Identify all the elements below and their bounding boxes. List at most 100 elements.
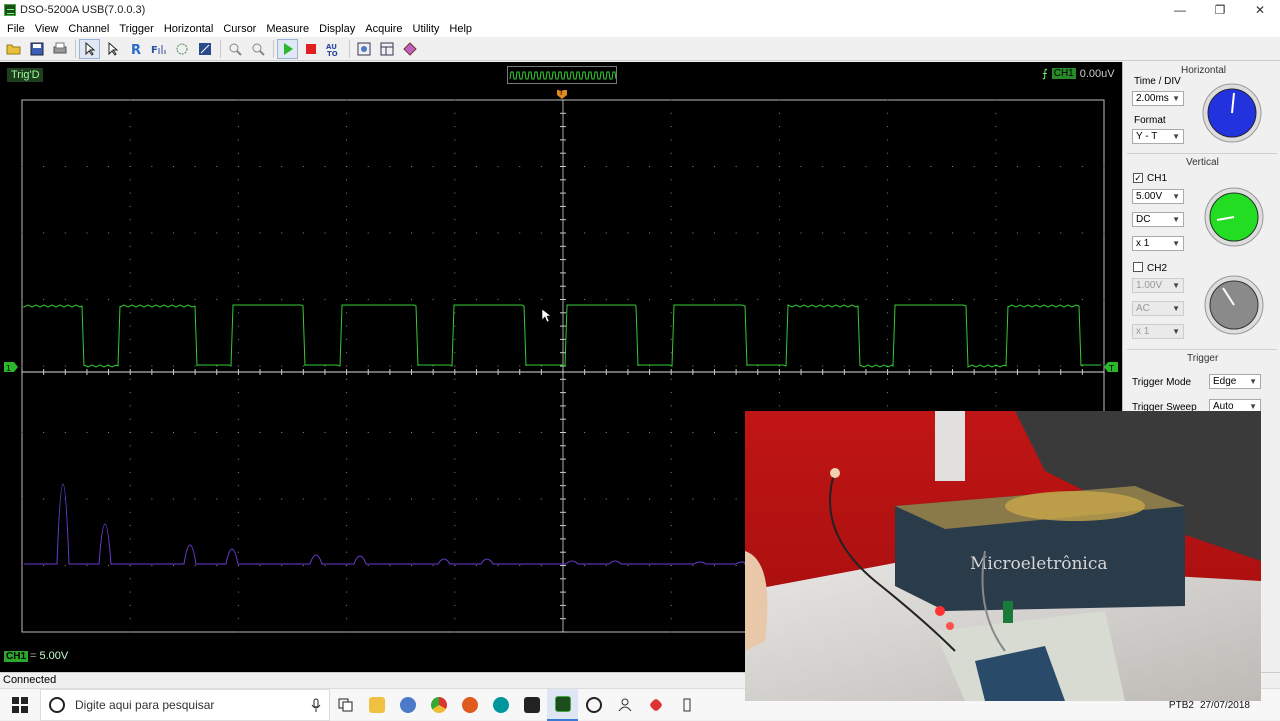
layout-icon[interactable] (376, 39, 397, 59)
chevron-down-icon: ▼ (1172, 192, 1180, 201)
start-button[interactable] (0, 689, 40, 721)
select-icon[interactable] (79, 38, 100, 59)
app-icon (4, 4, 16, 16)
menu-trigger[interactable]: Trigger (114, 23, 158, 35)
record-icon[interactable] (399, 39, 420, 59)
waveform-overview[interactable] (507, 66, 617, 84)
trigger-level-readout: ⨍ CH1 0.00uV (1042, 67, 1115, 81)
chrome-icon[interactable] (423, 689, 454, 721)
ch2-volts-value: 1.00V (1136, 280, 1163, 291)
ch1-checkbox[interactable]: ✓ (1133, 173, 1143, 183)
dc-coupling-icon: = (30, 650, 37, 662)
trigger-position-marker[interactable]: T (557, 90, 567, 99)
run-icon[interactable] (277, 38, 298, 59)
menu-file[interactable]: File (2, 23, 30, 35)
taskbar-search[interactable]: Digite aqui para pesquisar (40, 688, 330, 721)
arduino-icon[interactable] (485, 689, 516, 721)
time-div-select[interactable]: 2.00ms ▼ (1132, 91, 1184, 106)
ch1-coupling-select[interactable]: DC ▼ (1132, 212, 1184, 227)
file-explorer-icon[interactable] (361, 689, 392, 721)
menu-bar: File View Channel Trigger Horizontal Cur… (0, 20, 1280, 37)
trigger-level-marker[interactable]: T (1104, 362, 1118, 373)
ch1-coupling-value: DC (1136, 214, 1151, 225)
horizontal-knob[interactable] (1199, 82, 1265, 144)
menu-utility[interactable]: Utility (408, 23, 445, 35)
ch2-coupling-value: AC (1136, 303, 1150, 314)
people-icon[interactable] (609, 689, 640, 721)
close-button[interactable]: ✕ (1240, 0, 1280, 20)
paint-icon[interactable] (392, 689, 423, 721)
trigger-mode-value: Edge (1213, 376, 1237, 387)
ch1-ground-marker[interactable]: 1 (4, 362, 18, 373)
ch2-checkbox[interactable] (1133, 262, 1143, 272)
menu-help[interactable]: Help (444, 23, 477, 35)
ch1-marker-label: 1 (6, 364, 11, 373)
stop-icon[interactable] (300, 39, 321, 59)
ch1-probe-select[interactable]: x 1 ▼ (1132, 236, 1184, 251)
svg-text:TO: TO (327, 50, 338, 56)
ch2-volts-select[interactable]: 1.00V ▼ (1132, 278, 1184, 293)
section-divider (1127, 349, 1277, 350)
measure-icon[interactable] (194, 39, 215, 59)
ch1-scale-status: CH1 = 5.00V (4, 650, 68, 662)
ch2-probe-value: x 1 (1136, 326, 1150, 337)
app-orange-icon[interactable] (454, 689, 485, 721)
fft-icon[interactable]: F (148, 39, 169, 59)
connection-status: Connected (3, 674, 57, 686)
camera-video-overlay: Microeletrônica (745, 411, 1261, 701)
cortana-icon (49, 696, 65, 713)
toolbar-separator (220, 39, 221, 58)
menu-acquire[interactable]: Acquire (360, 23, 407, 35)
usb-icon[interactable] (671, 689, 702, 721)
menu-display[interactable]: Display (314, 23, 360, 35)
task-view-icon[interactable] (330, 689, 361, 721)
ch1-volts-value: 5.00V (1136, 191, 1163, 202)
sticky-app-icon[interactable] (516, 689, 547, 721)
ch2-volts-knob[interactable] (1201, 274, 1267, 336)
svg-text:F: F (151, 45, 158, 56)
menu-view[interactable]: View (30, 23, 64, 35)
format-select[interactable]: Y - T ▼ (1132, 129, 1184, 144)
ch1-probe-value: x 1 (1136, 238, 1150, 249)
save-icon[interactable] (26, 39, 47, 59)
menu-cursor[interactable]: Cursor (218, 23, 261, 35)
tray-date[interactable]: 27/07/2018 (1200, 700, 1250, 711)
ch1-volts-select[interactable]: 5.00V ▼ (1132, 189, 1184, 204)
lab-photo: Microeletrônica (745, 411, 1261, 701)
ch1-volts-knob[interactable] (1201, 186, 1267, 248)
menu-horizontal[interactable]: Horizontal (159, 23, 219, 35)
tray-language[interactable]: PTB2 (1169, 700, 1194, 711)
chevron-down-icon: ▼ (1172, 304, 1180, 313)
menu-measure[interactable]: Measure (261, 23, 314, 35)
clock-app-icon[interactable] (578, 689, 609, 721)
tool-app-icon[interactable] (640, 689, 671, 721)
print-icon[interactable] (49, 39, 70, 59)
pointer-icon[interactable] (102, 39, 123, 59)
trigger-mode-select[interactable]: Edge ▼ (1209, 374, 1261, 389)
minimize-button[interactable]: — (1160, 0, 1200, 20)
ch2-probe-select[interactable]: x 1 ▼ (1132, 324, 1184, 339)
maximize-button[interactable]: ❐ (1200, 0, 1240, 20)
math-icon[interactable] (171, 39, 192, 59)
windows-logo-icon (12, 696, 28, 713)
ch2-waveform (24, 483, 750, 565)
chevron-down-icon: ▼ (1172, 239, 1180, 248)
microphone-icon[interactable] (311, 698, 321, 712)
ch2-label: CH2 (1147, 263, 1168, 274)
ch2-coupling-select[interactable]: AC ▼ (1132, 301, 1184, 316)
overview-wave (509, 71, 617, 80)
format-label: Format (1134, 115, 1166, 126)
menu-channel[interactable]: Channel (63, 23, 114, 35)
screenshot-icon[interactable] (353, 39, 374, 59)
autoset-icon[interactable]: AU TO (323, 39, 344, 59)
reference-icon[interactable]: R (125, 39, 146, 59)
oscilloscope-app-icon[interactable] (547, 688, 578, 721)
book-title: Microeletrônica (970, 554, 1108, 574)
ch1-badge: CH1 (4, 650, 29, 662)
zoom-out-icon[interactable] (247, 39, 268, 59)
format-value: Y - T (1136, 131, 1158, 142)
open-icon[interactable] (3, 39, 24, 59)
position-marker-label: T (558, 90, 564, 97)
zoom-in-icon[interactable] (224, 39, 245, 59)
window-controls: — ❐ ✕ (1160, 0, 1280, 20)
